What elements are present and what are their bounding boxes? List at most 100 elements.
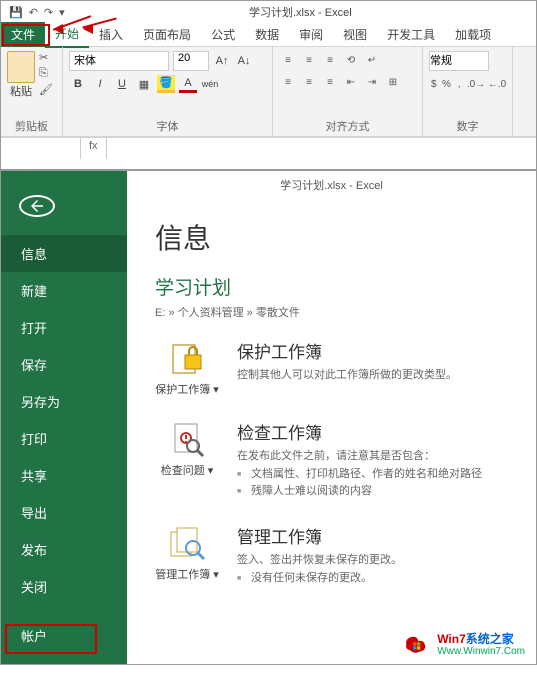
bold-button[interactable]: B: [69, 75, 87, 93]
group-font: 宋体 20 A↑ A↓ B I U ▦ 🪣 A wén 字体: [63, 47, 273, 136]
align-bottom-icon[interactable]: ≡: [321, 51, 339, 69]
tab-review[interactable]: 审阅: [289, 22, 333, 47]
align-center-icon[interactable]: ≡: [300, 73, 318, 91]
inspect-workbook-button[interactable]: 检查问题 ▾: [155, 419, 219, 501]
back-arrow-icon: [28, 197, 46, 215]
group-label-number: 数字: [429, 118, 506, 134]
align-left-icon[interactable]: ≡: [279, 73, 297, 91]
back-button[interactable]: [19, 195, 55, 217]
decrease-font-icon[interactable]: A↓: [235, 52, 253, 70]
sidebar-item-close[interactable]: 关闭: [1, 568, 127, 605]
copy-icon[interactable]: ⎘: [39, 67, 57, 81]
protect-desc: 控制其他人可以对此工作簿所做的更改类型。: [237, 367, 508, 385]
decrease-decimal-icon[interactable]: ←.0: [488, 75, 506, 93]
quick-access-toolbar: 💾 ↶ ↷ ▾: [1, 6, 65, 19]
ribbon-tabs: 文件 开始 插入 页面布局 公式 数据 审阅 视图 开发工具 加载项: [1, 23, 536, 47]
group-alignment: ≡ ≡ ≡ ⟲ ↵ ≡ ≡ ≡ ⇤ ⇥ ⊞ 对齐方式: [273, 47, 423, 136]
phonetic-button[interactable]: wén: [201, 75, 219, 93]
border-button[interactable]: ▦: [135, 75, 153, 93]
tab-data[interactable]: 数据: [245, 22, 289, 47]
tab-addins[interactable]: 加载项: [445, 22, 501, 47]
sidebar-item-info[interactable]: 信息: [1, 235, 127, 272]
excel-main-window: 💾 ↶ ↷ ▾ 学习计划.xlsx - Excel 文件 开始 插入 页面布局 …: [0, 0, 537, 170]
lock-icon: [166, 338, 208, 380]
formula-bar: fx: [1, 137, 536, 159]
merge-cells-icon[interactable]: ⊞: [384, 73, 402, 91]
manage-desc: 签入、签出并恢复未保存的更改。: [237, 552, 508, 570]
protect-action-label: 保护工作簿 ▾: [155, 384, 219, 397]
tab-developer[interactable]: 开发工具: [377, 22, 445, 47]
number-format-select[interactable]: 常规: [429, 51, 489, 71]
align-right-icon[interactable]: ≡: [321, 73, 339, 91]
backstage-sidebar: 信息 新建 打开 保存 另存为 打印 共享 导出 发布 关闭 帐户 选项: [1, 171, 127, 664]
format-painter-icon[interactable]: 🖌: [39, 83, 57, 97]
watermark-title-2: 系统之家: [466, 632, 514, 646]
manage-icon: [166, 523, 208, 565]
backstage-main: 学习计划.xlsx - Excel 信息 学习计划 E: » 个人资料管理 » …: [127, 171, 536, 664]
increase-decimal-icon[interactable]: .0→: [467, 75, 485, 93]
watermark-title-1: Win7: [437, 632, 466, 646]
indent-increase-icon[interactable]: ⇥: [363, 73, 381, 91]
indent-decrease-icon[interactable]: ⇤: [342, 73, 360, 91]
manage-workbook-button[interactable]: 管理工作簿 ▾: [155, 523, 219, 587]
orientation-icon[interactable]: ⟲: [342, 51, 360, 69]
inspect-action-label: 检查问题 ▾: [161, 465, 214, 478]
undo-icon[interactable]: ↶: [29, 6, 38, 19]
comma-icon[interactable]: ,: [454, 75, 464, 93]
manage-action-label: 管理工作簿 ▾: [155, 569, 219, 582]
font-size-select[interactable]: 20: [173, 51, 209, 71]
save-icon[interactable]: 💾: [9, 6, 23, 19]
sidebar-item-new[interactable]: 新建: [1, 272, 127, 309]
document-name: 学习计划: [155, 273, 508, 300]
fx-icon[interactable]: fx: [81, 138, 107, 159]
tab-file[interactable]: 文件: [1, 22, 45, 47]
sidebar-item-share[interactable]: 共享: [1, 457, 127, 494]
sidebar-item-save[interactable]: 保存: [1, 346, 127, 383]
group-label-clipboard: 剪贴板: [7, 118, 56, 134]
name-box[interactable]: [1, 138, 81, 159]
sidebar-item-publish[interactable]: 发布: [1, 531, 127, 568]
document-path: E: » 个人资料管理 » 零散文件: [155, 304, 508, 320]
wrap-text-icon[interactable]: ↵: [363, 51, 381, 69]
protect-workbook-button[interactable]: 保护工作簿 ▾: [155, 338, 219, 397]
section-protect: 保护工作簿 ▾ 保护工作簿 控制其他人可以对此工作簿所做的更改类型。: [155, 338, 508, 397]
sidebar-item-export[interactable]: 导出: [1, 494, 127, 531]
paste-button[interactable]: 粘贴: [7, 51, 35, 99]
font-name-select[interactable]: 宋体: [69, 51, 169, 71]
page-title: 信息: [155, 217, 508, 257]
backstage-titlebar: 学习计划.xlsx - Excel: [127, 177, 536, 193]
inspect-title: 检查工作簿: [237, 419, 508, 444]
currency-icon[interactable]: $: [429, 75, 439, 93]
underline-button[interactable]: U: [113, 75, 131, 93]
tab-view[interactable]: 视图: [333, 22, 377, 47]
redo-icon[interactable]: ↷: [44, 6, 53, 19]
tab-page-layout[interactable]: 页面布局: [133, 22, 201, 47]
align-top-icon[interactable]: ≡: [279, 51, 297, 69]
cut-icon[interactable]: ✂: [39, 51, 57, 65]
sidebar-item-options[interactable]: 选项: [1, 654, 127, 691]
sidebar-item-open[interactable]: 打开: [1, 309, 127, 346]
align-middle-icon[interactable]: ≡: [300, 51, 318, 69]
watermark: Win7系统之家 Www.Winwin7.Com: [399, 631, 529, 659]
ribbon: 粘贴 ✂ ⎘ 🖌 剪贴板 宋体 20 A↑ A↓ B: [1, 47, 536, 137]
manage-item: 没有任何未保存的更改。: [237, 570, 508, 588]
section-inspect: 检查问题 ▾ 检查工作簿 在发布此文件之前，请注意其是否包含： 文档属性、打印机…: [155, 419, 508, 501]
sidebar-item-print[interactable]: 打印: [1, 420, 127, 457]
font-color-button[interactable]: A: [179, 75, 197, 93]
fill-color-button[interactable]: 🪣: [157, 75, 175, 93]
tab-home[interactable]: 开始: [45, 21, 89, 48]
inspect-icon: [166, 419, 208, 461]
inspect-item: 残障人士难以阅读的内容: [237, 483, 508, 501]
percent-icon[interactable]: %: [442, 75, 452, 93]
group-number: 常规 $ % , .0→ ←.0 数字: [423, 47, 513, 136]
paste-icon: [7, 51, 35, 83]
paste-label: 粘贴: [10, 83, 32, 99]
backstage-window: 信息 新建 打开 保存 另存为 打印 共享 导出 发布 关闭 帐户 选项 学习计…: [0, 170, 537, 665]
sidebar-item-account[interactable]: 帐户: [1, 617, 127, 654]
increase-font-icon[interactable]: A↑: [213, 52, 231, 70]
italic-button[interactable]: I: [91, 75, 109, 93]
tab-formulas[interactable]: 公式: [201, 22, 245, 47]
section-manage: 管理工作簿 ▾ 管理工作簿 签入、签出并恢复未保存的更改。 没有任何未保存的更改…: [155, 523, 508, 587]
tab-insert[interactable]: 插入: [89, 22, 133, 47]
sidebar-item-saveas[interactable]: 另存为: [1, 383, 127, 420]
